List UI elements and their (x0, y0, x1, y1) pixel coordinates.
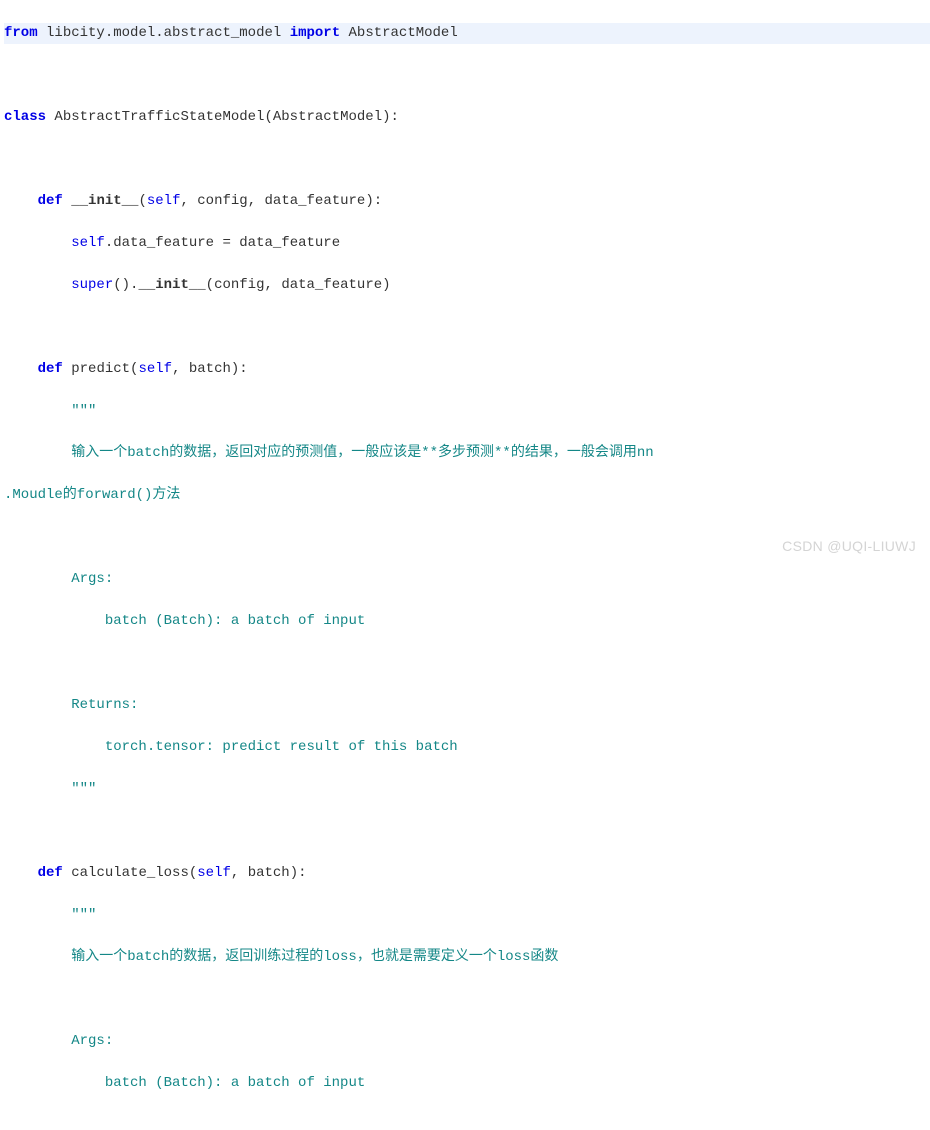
code-block: from libcity.model.abstract_model import… (0, 0, 930, 1130)
keyword-from: from (4, 25, 38, 41)
code-line: Returns: (4, 695, 930, 716)
code-line: batch (Batch): a batch of input (4, 1073, 930, 1094)
code-line (4, 653, 930, 674)
code-line: Args: (4, 1031, 930, 1052)
code-line: class AbstractTrafficStateModel(Abstract… (4, 107, 930, 128)
code-line (4, 65, 930, 86)
code-line (4, 149, 930, 170)
code-line: torch.tensor: predict result of this bat… (4, 737, 930, 758)
code-line: 输入一个batch的数据，返回对应的预测值，一般应该是**多步预测**的结果，一… (4, 443, 930, 464)
keyword-class: class (4, 109, 46, 125)
code-line: def calculate_loss(self, batch): (4, 863, 930, 884)
code-line: """ (4, 779, 930, 800)
code-line: """ (4, 401, 930, 422)
code-line: 输入一个batch的数据，返回训练过程的loss，也就是需要定义一个loss函数 (4, 947, 930, 968)
code-line: from libcity.model.abstract_model import… (4, 23, 930, 44)
keyword-def: def (38, 865, 63, 881)
code-line: .Moudle的forward()方法 (4, 485, 930, 506)
code-line: self.data_feature = data_feature (4, 233, 930, 254)
watermark: CSDN @UQI-LIUWJ (782, 536, 916, 557)
keyword-def: def (38, 193, 63, 209)
code-line (4, 317, 930, 338)
keyword-def: def (38, 361, 63, 377)
code-line: super().__init__(config, data_feature) (4, 275, 930, 296)
code-line: """ (4, 905, 930, 926)
code-line: Args: (4, 569, 930, 590)
code-line (4, 821, 930, 842)
code-line: def __init__(self, config, data_feature)… (4, 191, 930, 212)
code-line (4, 1115, 930, 1130)
code-line: def predict(self, batch): (4, 359, 930, 380)
keyword-import: import (290, 25, 340, 41)
code-line (4, 989, 930, 1010)
code-line: batch (Batch): a batch of input (4, 611, 930, 632)
